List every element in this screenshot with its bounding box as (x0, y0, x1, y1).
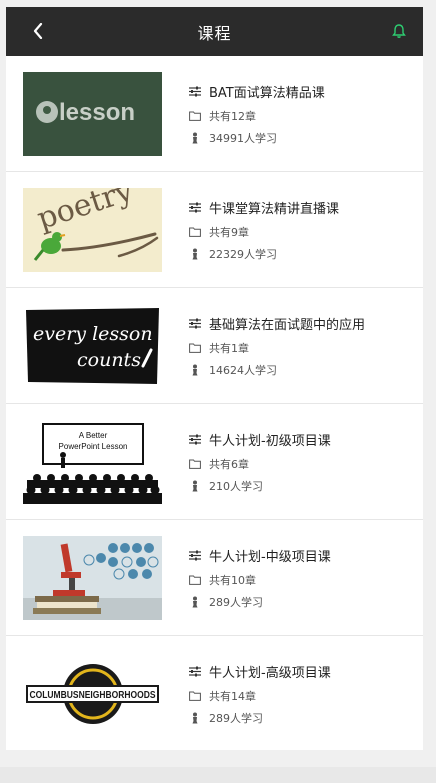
course-thumbnail: every lesson counts (23, 303, 162, 388)
learner-count: 210人学习 (209, 479, 263, 493)
learner-count: 34991人学习 (209, 131, 277, 145)
sliders-icon (188, 317, 201, 330)
course-thumbnail: A Better PowerPoint Lesson (23, 419, 162, 504)
course-info: 牛人计划-中级项目课 共有10章 289人学习 (188, 543, 331, 613)
course-item[interactable]: every lesson counts 基础算法在面试题中的应用 共有1章 14… (6, 288, 423, 404)
thumbnail-text: every lesson (33, 323, 153, 345)
folder-icon (188, 225, 201, 238)
chapter-count: 共有10章 (209, 573, 256, 587)
course-title: 牛人计划-高级项目课 (209, 666, 331, 681)
sliders-icon (188, 85, 201, 98)
course-info: BAT面试算法精品课 共有12章 34991人学习 (188, 79, 325, 149)
person-icon (188, 363, 201, 376)
person-icon (188, 711, 201, 724)
course-thumbnail: poetry (23, 187, 162, 272)
course-item[interactable]: lesson BAT面试算法精品课 共有12章 34991人学习 (6, 56, 423, 172)
microscope-books-image (23, 535, 162, 620)
thumbnail-text: COLUMBUSNEIGHBORHOODS (30, 689, 156, 701)
bell-icon (392, 24, 406, 38)
chapter-count: 共有14章 (209, 689, 256, 703)
course-item[interactable]: A Better PowerPoint Lesson 牛人计划-初级项目课 共有… (6, 404, 423, 520)
folder-icon (188, 457, 201, 470)
learner-count: 14624人学习 (209, 363, 277, 377)
notification-button[interactable] (389, 21, 409, 41)
learner-count: 289人学习 (209, 595, 263, 609)
folder-icon (188, 689, 201, 702)
thumbnail-text: lesson (59, 99, 135, 126)
course-title: BAT面试算法精品课 (209, 86, 325, 101)
chapter-count: 共有6章 (209, 457, 249, 471)
page-title: 课程 (197, 23, 232, 43)
course-info: 牛课堂算法精讲直播课 共有9章 22329人学习 (188, 195, 339, 265)
sliders-icon (188, 201, 201, 214)
course-title: 牛课堂算法精讲直播课 (209, 202, 340, 217)
folder-icon (188, 341, 201, 354)
course-thumbnail (23, 535, 162, 620)
course-info: 牛人计划-初级项目课 共有6章 210人学习 (188, 427, 331, 497)
poetry-image: poetry (23, 187, 162, 272)
person-icon (188, 247, 201, 260)
chevron-left-icon (33, 23, 43, 39)
sliders-icon (188, 665, 201, 678)
thumbnail-text: PowerPoint Lesson (59, 442, 128, 451)
chapter-count: 共有1章 (209, 341, 249, 355)
chapter-count: 共有9章 (209, 225, 249, 239)
thumbnail-text: A Better (79, 431, 108, 440)
course-item[interactable]: COLUMBUSNEIGHBORHOODS 牛人计划-高级项目课 共有14章 2… (6, 636, 423, 751)
person-icon (188, 479, 201, 492)
course-list: lesson BAT面试算法精品课 共有12章 34991人学习 poetry … (6, 56, 423, 751)
learner-count: 289人学习 (209, 711, 263, 725)
every-lesson-counts-image: every lesson counts (23, 303, 162, 388)
course-title: 牛人计划-中级项目课 (209, 550, 331, 565)
person-icon (188, 131, 201, 144)
course-title: 基础算法在面试题中的应用 (209, 318, 366, 333)
back-button[interactable] (28, 21, 48, 41)
chalkboard-image: lesson (23, 71, 162, 156)
bottom-bar (0, 767, 436, 783)
app-screen: 课程 lesson BAT面试算法精品课 共有12章 34991人学习 poet… (6, 7, 423, 750)
course-thumbnail: COLUMBUSNEIGHBORHOODS (23, 651, 162, 736)
thumbnail-text: counts (77, 349, 141, 371)
course-item[interactable]: poetry 牛课堂算法精讲直播课 共有9章 22329人学习 (6, 172, 423, 288)
chapter-count: 共有12章 (209, 109, 256, 123)
course-thumbnail: lesson (23, 71, 162, 156)
sliders-icon (188, 433, 201, 446)
course-item[interactable]: 牛人计划-中级项目课 共有10章 289人学习 (6, 520, 423, 636)
course-info: 牛人计划-高级项目课 共有14章 289人学习 (188, 659, 331, 729)
folder-icon (188, 109, 201, 122)
learner-count: 22329人学习 (209, 247, 277, 261)
person-icon (188, 595, 201, 608)
presentation-audience-image: A Better PowerPoint Lesson (23, 419, 162, 504)
sliders-icon (188, 549, 201, 562)
course-info: 基础算法在面试题中的应用 共有1章 14624人学习 (188, 311, 365, 381)
folder-icon (188, 573, 201, 586)
columbus-neighborhoods-logo-image: COLUMBUSNEIGHBORHOODS (23, 651, 162, 736)
top-bar: 课程 (6, 7, 423, 56)
course-title: 牛人计划-初级项目课 (209, 434, 331, 449)
